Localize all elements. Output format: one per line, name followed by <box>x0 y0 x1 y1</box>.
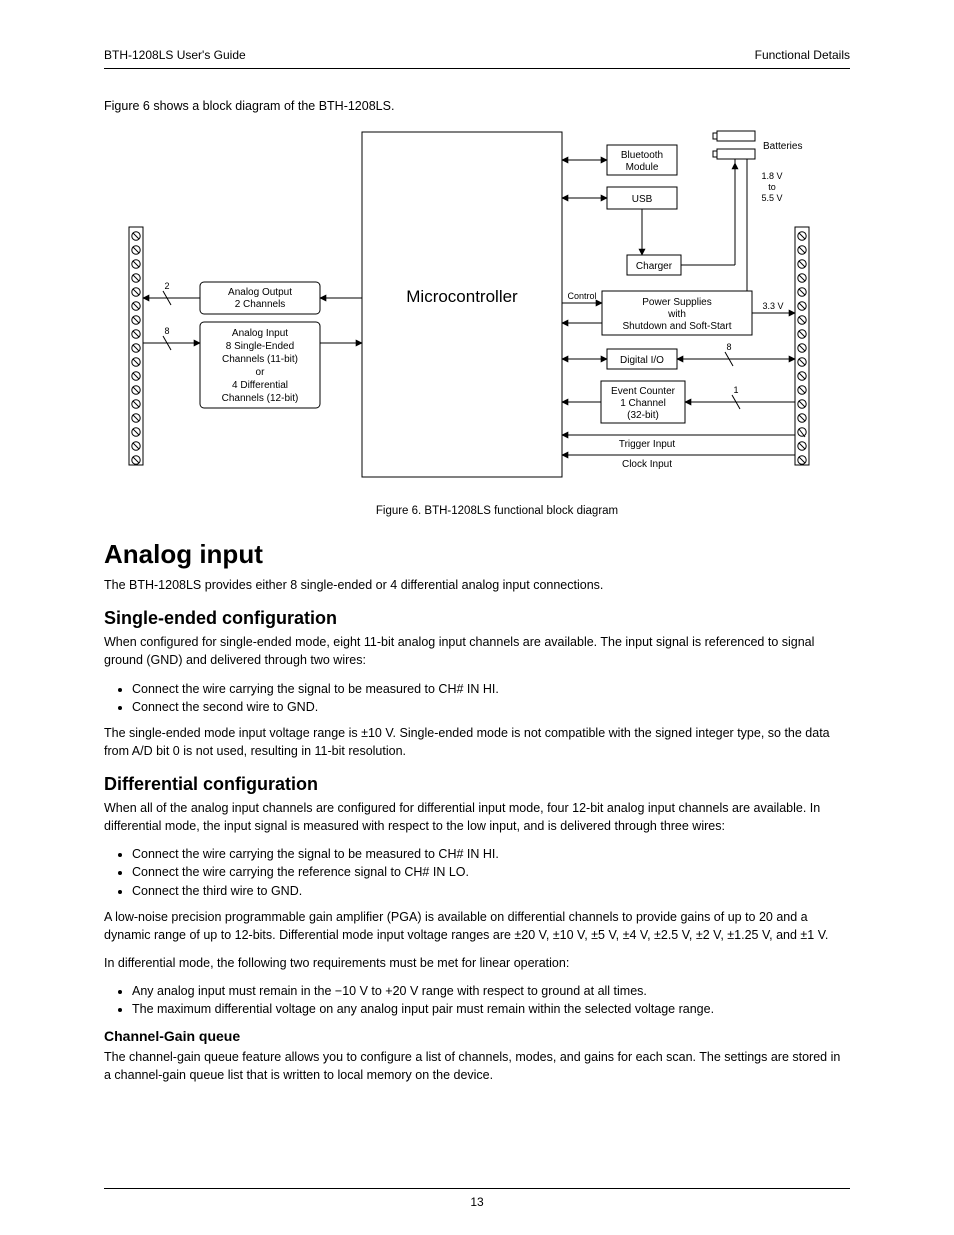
svg-text:(32-bit): (32-bit) <box>627 410 659 421</box>
svg-text:1 Channel: 1 Channel <box>620 398 666 409</box>
list-item: The maximum differential voltage on any … <box>132 1000 850 1018</box>
svg-text:1: 1 <box>733 385 738 395</box>
list-item: Connect the wire carrying the reference … <box>132 863 850 881</box>
list-diff-req: Any analog input must remain in the −10 … <box>104 982 850 1018</box>
para-se-1: When configured for single-ended mode, e… <box>104 633 850 669</box>
block-diagram: Microcontroller Analog Output 2 Channels… <box>127 127 827 497</box>
list-item: Connect the third wire to GND. <box>132 882 850 900</box>
svg-text:8: 8 <box>164 326 169 336</box>
subsubsection-cgq: Channel-Gain queue <box>104 1028 850 1044</box>
svg-text:Module: Module <box>626 162 659 173</box>
svg-text:3.3 V: 3.3 V <box>762 301 783 311</box>
list-item: Connect the wire carrying the signal to … <box>132 845 850 863</box>
svg-text:Analog Input: Analog Input <box>232 328 288 339</box>
svg-text:Charger: Charger <box>636 261 673 272</box>
batteries-icon <box>713 131 755 159</box>
svg-text:Channels (11-bit): Channels (11-bit) <box>222 354 298 365</box>
list-item: Connect the wire carrying the signal to … <box>132 680 850 698</box>
svg-text:Bluetooth: Bluetooth <box>621 150 663 161</box>
header-left: BTH-1208LS User's Guide <box>104 48 246 62</box>
svg-text:with: with <box>667 309 686 320</box>
para-diff-1: When all of the analog input channels ar… <box>104 799 850 835</box>
svg-text:2: 2 <box>164 281 169 291</box>
svg-text:USB: USB <box>632 194 653 205</box>
para-cgq: The channel-gain queue feature allows yo… <box>104 1048 850 1084</box>
svg-text:2 Channels: 2 Channels <box>235 299 286 310</box>
para-se-2: The single-ended mode input voltage rang… <box>104 724 850 760</box>
list-diff-wiring: Connect the wire carrying the signal to … <box>104 845 850 899</box>
page-footer: 13 <box>104 1188 850 1195</box>
subsection-diff: Differential configuration <box>104 774 850 795</box>
section-analog-input: Analog input <box>104 539 850 570</box>
svg-text:Clock Input: Clock Input <box>622 459 672 470</box>
svg-text:Control: Control <box>567 291 596 301</box>
subsection-se: Single-ended configuration <box>104 608 850 629</box>
para-diff-2: A low-noise precision programmable gain … <box>104 908 850 944</box>
svg-text:Digital I/O: Digital I/O <box>620 355 664 366</box>
para-ai-intro: The BTH-1208LS provides either 8 single-… <box>104 576 850 594</box>
svg-text:8 Single-Ended: 8 Single-Ended <box>226 341 294 352</box>
batteries-label: Batteries <box>763 141 802 152</box>
svg-text:1.8 V: 1.8 V <box>761 171 782 181</box>
svg-text:4 Differential: 4 Differential <box>232 380 288 391</box>
svg-text:Analog Output: Analog Output <box>228 287 292 298</box>
header-right: Functional Details <box>755 48 850 62</box>
para-diff-3: In differential mode, the following two … <box>104 954 850 972</box>
svg-text:Shutdown and Soft-Start: Shutdown and Soft-Start <box>623 321 732 332</box>
page-number: 13 <box>470 1195 483 1209</box>
list-item: Connect the second wire to GND. <box>132 698 850 716</box>
figure-caption: Figure 6. BTH-1208LS functional block di… <box>144 505 850 517</box>
svg-text:to: to <box>768 182 776 192</box>
right-terminal-strip <box>795 227 809 465</box>
svg-text:8: 8 <box>726 342 731 352</box>
page-header: BTH-1208LS User's Guide Functional Detai… <box>104 48 850 69</box>
svg-text:Trigger Input: Trigger Input <box>619 439 676 450</box>
left-terminal-strip <box>129 227 143 465</box>
svg-text:5.5 V: 5.5 V <box>761 193 782 203</box>
svg-text:Power Supplies: Power Supplies <box>642 297 711 308</box>
microcontroller-label: Microcontroller <box>406 287 518 306</box>
figure-intro: Figure 6 shows a block diagram of the BT… <box>104 97 850 115</box>
list-item: Any analog input must remain in the −10 … <box>132 982 850 1000</box>
svg-text:Event Counter: Event Counter <box>611 386 676 397</box>
list-se: Connect the wire carrying the signal to … <box>104 680 850 716</box>
svg-text:Channels (12-bit): Channels (12-bit) <box>222 393 299 404</box>
svg-text:or: or <box>256 367 266 378</box>
